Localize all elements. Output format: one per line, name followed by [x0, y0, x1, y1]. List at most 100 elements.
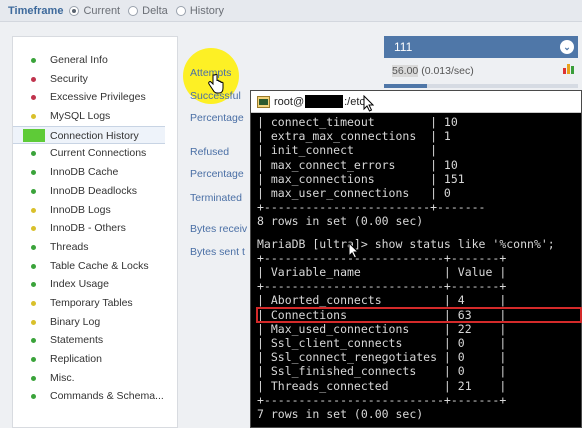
status-dot-icon: [31, 338, 36, 344]
sidebar-item-label: Current Connections: [50, 147, 147, 160]
table-border: +--------------------------+-------+: [257, 392, 507, 407]
variable-row: | connect_timeout | 10: [257, 115, 479, 129]
status-dot-icon: [31, 357, 36, 362]
status-dot-icon: [31, 188, 36, 194]
status-dot-icon: [31, 226, 36, 232]
status-dot-icon: [31, 263, 36, 269]
sidebar-menu: General Info Security Excessive Privileges…: [13, 37, 177, 406]
sidebar: General Info Security Excessive Privileges…: [12, 36, 178, 428]
variable-row: | init_connect |: [257, 143, 479, 158]
result-line: 7 rows in set (0.00 sec): [257, 407, 424, 422]
status-dot-icon: [31, 207, 36, 213]
status-row: | Threads_connected | 21 |: [257, 378, 507, 393]
sidebar-item[interactable]: Replication: [13, 350, 177, 369]
sidebar-item-label: Statements: [50, 334, 104, 347]
sidebar-item-label: Connection History: [50, 129, 139, 142]
sidebar-item[interactable]: Statements: [13, 331, 177, 350]
variable-row: | extra_max_connections | 1: [257, 129, 479, 144]
status-dot-icon: [31, 282, 36, 288]
timeframe-history-radio[interactable]: History: [175, 4, 225, 17]
status-dot-icon: [31, 151, 36, 157]
sidebar-item[interactable]: MySQL Logs: [13, 107, 177, 126]
status-row: | Ssl_client_connects | 0 |: [257, 336, 507, 351]
terminal-title-suffix: :/etc: [344, 95, 365, 108]
status-dot-icon: [31, 244, 36, 250]
arrow-cursor-icon: [348, 242, 359, 259]
sidebar-item-label: Threads: [50, 240, 89, 253]
timeframe-delta-radio[interactable]: Delta: [128, 5, 168, 17]
redacted-host: [305, 95, 344, 108]
sidebar-item[interactable]: Threads: [13, 238, 177, 257]
sidebar-item-label: Index Usage: [50, 278, 109, 291]
status-row: | Connections | 63 |: [256, 306, 582, 323]
timeframe-history-label: History: [189, 4, 225, 17]
radio-empty-icon: [128, 5, 139, 16]
sidebar-item[interactable]: InnoDB Logs: [13, 201, 177, 220]
variable-row: | max_user_connections | 0: [257, 186, 479, 201]
sidebar-item[interactable]: InnoDB Cache: [13, 163, 177, 182]
sidebar-item-label: InnoDB Logs: [50, 203, 111, 216]
timeframe-label: Timeframe: [8, 4, 64, 17]
sidebar-item-label: InnoDB - Others: [50, 222, 126, 235]
sidebar-item-label: Security: [50, 72, 88, 85]
timeframe-current-radio[interactable]: Current: [69, 5, 120, 17]
rate-value: 56.00: [392, 65, 419, 77]
summary-value: 111: [394, 40, 413, 54]
chevron-down-icon[interactable]: ⌄: [560, 40, 574, 54]
summary-value-box[interactable]: 111 ⌄: [384, 36, 578, 58]
timeframe-current-label: Current: [83, 4, 121, 17]
sidebar-item-label: MySQL Logs: [50, 110, 111, 123]
sidebar-item-label: Replication: [50, 353, 102, 365]
result-line: 8 rows in set (0.00 sec): [257, 214, 424, 229]
table-border: +--------------------------+-------+: [257, 250, 507, 265]
status-row: | Max_used_connections | 22 |: [257, 321, 507, 336]
sidebar-item[interactable]: General Info: [13, 51, 177, 70]
status-dot-icon: [31, 95, 36, 101]
status-dot-icon: [31, 58, 36, 63]
sidebar-item-label: InnoDB Cache: [50, 166, 119, 179]
sidebar-item-label: Excessive Privileges: [50, 91, 146, 104]
status-dot-icon: [31, 394, 36, 400]
status-dot-icon: [31, 76, 36, 82]
percentage-label: Percentage: [190, 112, 244, 124]
rate-text: 56.00 (0.013/sec): [392, 65, 474, 77]
sidebar-item[interactable]: InnoDB Deadlocks: [13, 182, 177, 201]
bytes-sent-label: Bytes sent t: [190, 246, 245, 258]
progress-fill: [384, 84, 427, 88]
sidebar-item[interactable]: Index Usage: [13, 275, 177, 294]
table-border: +------------------------+-------: [257, 200, 486, 215]
sidebar-item-label: Binary Log: [50, 315, 101, 328]
sidebar-item[interactable]: Current Connections: [13, 144, 177, 163]
terminal-window[interactable]: root@ :/etc | connect_timeout | 10 | extr…: [250, 90, 582, 428]
sidebar-item-label: Temporary Tables: [50, 296, 133, 309]
sidebar-item-label: Misc.: [50, 371, 75, 384]
variable-row: | max_connections | 151: [257, 171, 479, 186]
sidebar-item[interactable]: Misc.: [13, 369, 177, 388]
table-header: | Variable_name | Value |: [257, 265, 507, 280]
sidebar-item[interactable]: Table Cache & Locks: [13, 257, 177, 276]
sidebar-item[interactable]: Excessive Privileges: [13, 88, 177, 107]
sidebar-item-label: InnoDB Deadlocks: [50, 184, 137, 197]
percentage-refused-label: Percentage: [190, 168, 244, 180]
terminal-title-prefix: root@: [274, 95, 305, 108]
sidebar-item[interactable]: Temporary Tables: [13, 294, 177, 313]
timeframe-bar: Timeframe Current Delta History: [0, 0, 582, 22]
bar-chart-icon[interactable]: [563, 62, 577, 74]
sidebar-item[interactable]: Commands & Schema...: [13, 387, 177, 406]
status-row: | Ssl_connect_renegotiates | 0 |: [257, 350, 507, 365]
sidebar-item[interactable]: InnoDB - Others: [13, 219, 177, 238]
status-row: | Ssl_finished_connects | 0 |: [257, 364, 507, 379]
sidebar-item-label: General Info: [50, 54, 108, 66]
sidebar-item[interactable]: Binary Log: [13, 313, 177, 332]
status-dot-icon: [31, 375, 36, 381]
progress-bar: [384, 84, 578, 88]
prompt-line: MariaDB [ultra]> show status like '%conn…: [257, 236, 555, 251]
radio-empty-icon: [175, 5, 186, 16]
table-border: +--------------------------+-------+: [257, 279, 507, 294]
variable-row: | max_connect_errors | 10: [257, 157, 479, 172]
sidebar-item-label: Table Cache & Locks: [50, 259, 149, 272]
refused-label: Refused: [190, 146, 230, 158]
sidebar-item[interactable]: Connection History: [13, 125, 165, 145]
terminal-titlebar[interactable]: root@ :/etc: [251, 91, 581, 113]
sidebar-item[interactable]: Security: [13, 70, 177, 89]
